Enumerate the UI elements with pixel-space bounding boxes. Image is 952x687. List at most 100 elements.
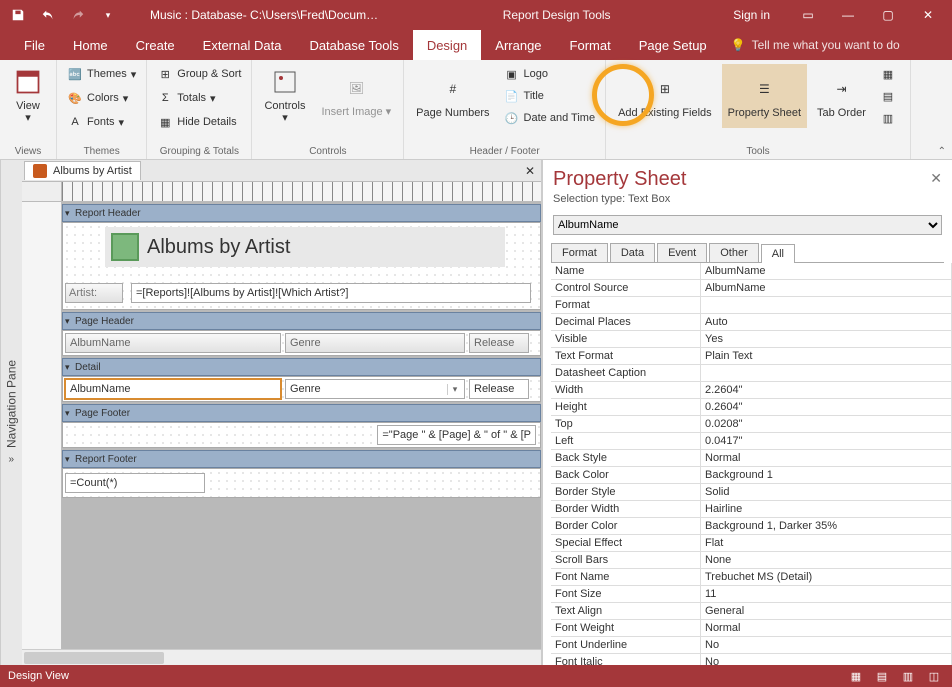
- controls-button[interactable]: Controls▾: [258, 64, 311, 126]
- property-row[interactable]: Decimal PlacesAuto: [551, 314, 951, 331]
- tab-order-button[interactable]: ⇥Tab Order: [811, 64, 872, 128]
- property-value[interactable]: Trebuchet MS (Detail): [701, 569, 951, 585]
- property-row[interactable]: Border StyleSolid: [551, 484, 951, 501]
- object-selector[interactable]: AlbumName: [553, 215, 942, 235]
- property-row[interactable]: Font ItalicNo: [551, 654, 951, 665]
- hide-details-button[interactable]: ▦Hide Details: [153, 112, 245, 132]
- datetime-button[interactable]: 🕒Date and Time: [500, 108, 600, 128]
- ribbon-options-icon[interactable]: ▭: [790, 3, 826, 27]
- property-sheet-button[interactable]: ☰Property Sheet: [722, 64, 807, 128]
- section-report-header[interactable]: Report Header: [62, 204, 541, 222]
- column-label-released[interactable]: Release: [469, 333, 529, 353]
- report-header-body[interactable]: Albums by Artist Artist: =[Reports]![Alb…: [62, 222, 541, 310]
- colors-button[interactable]: 🎨Colors ▾: [63, 88, 140, 108]
- artist-label-control[interactable]: Artist:: [65, 283, 123, 303]
- property-row[interactable]: Font Size11: [551, 586, 951, 603]
- property-row[interactable]: Font WeightNormal: [551, 620, 951, 637]
- report-logo-placeholder[interactable]: [111, 233, 139, 261]
- property-value[interactable]: Hairline: [701, 501, 951, 517]
- horizontal-scrollbar[interactable]: [22, 649, 541, 665]
- property-value[interactable]: General: [701, 603, 951, 619]
- view-design-icon[interactable]: ◫: [924, 670, 944, 683]
- tools-extra-2[interactable]: ▤: [876, 86, 904, 106]
- document-tab[interactable]: Albums by Artist: [24, 161, 141, 180]
- group-sort-button[interactable]: ⊞Group & Sort: [153, 64, 245, 84]
- maximize-icon[interactable]: ▢: [870, 3, 906, 27]
- themes-button[interactable]: 🔤Themes ▾: [63, 64, 140, 84]
- report-footer-body[interactable]: =Count(*): [62, 468, 541, 498]
- property-row[interactable]: NameAlbumName: [551, 263, 951, 280]
- artist-expression-textbox[interactable]: =[Reports]![Albums by Artist]![Which Art…: [131, 283, 531, 303]
- report-title-block[interactable]: Albums by Artist: [105, 227, 505, 267]
- view-layout-icon[interactable]: ▥: [898, 670, 918, 683]
- section-page-header[interactable]: Page Header: [62, 312, 541, 330]
- section-report-footer[interactable]: Report Footer: [62, 450, 541, 468]
- property-row[interactable]: Font UnderlineNo: [551, 637, 951, 654]
- property-value[interactable]: 2.2604": [701, 382, 951, 398]
- property-grid[interactable]: NameAlbumNameControl SourceAlbumNameForm…: [551, 263, 952, 665]
- report-title-label[interactable]: Albums by Artist: [147, 236, 290, 259]
- column-label-album[interactable]: AlbumName: [65, 333, 281, 353]
- property-value[interactable]: Normal: [701, 620, 951, 636]
- section-detail[interactable]: Detail: [62, 358, 541, 376]
- tools-extra-3[interactable]: ▥: [876, 108, 904, 128]
- property-row[interactable]: Width2.2604": [551, 382, 951, 399]
- property-value[interactable]: Plain Text: [701, 348, 951, 364]
- section-page-footer[interactable]: Page Footer: [62, 404, 541, 422]
- property-value[interactable]: 0.0417": [701, 433, 951, 449]
- property-value[interactable]: Solid: [701, 484, 951, 500]
- insert-image-button[interactable]: 🖼Insert Image ▾: [315, 64, 397, 126]
- property-row[interactable]: Control SourceAlbumName: [551, 280, 951, 297]
- property-value[interactable]: None: [701, 552, 951, 568]
- prop-tab-format[interactable]: Format: [551, 243, 608, 262]
- close-document-icon[interactable]: ✕: [525, 164, 535, 178]
- page-footer-body[interactable]: ="Page " & [Page] & " of " & [P: [62, 422, 541, 448]
- page-expression-textbox[interactable]: ="Page " & [Page] & " of " & [P: [377, 425, 536, 445]
- minimize-icon[interactable]: —: [830, 3, 866, 27]
- add-fields-button[interactable]: ⊞Add Existing Fields: [612, 64, 718, 128]
- property-row[interactable]: Height0.2604": [551, 399, 951, 416]
- property-value[interactable]: Background 1: [701, 467, 951, 483]
- property-value[interactable]: No: [701, 654, 951, 665]
- signin-link[interactable]: Sign in: [733, 8, 770, 22]
- property-row[interactable]: Format: [551, 297, 951, 314]
- prop-tab-all[interactable]: All: [761, 244, 795, 263]
- property-value[interactable]: No: [701, 637, 951, 653]
- property-row[interactable]: Scroll BarsNone: [551, 552, 951, 569]
- save-icon[interactable]: [6, 3, 30, 27]
- tab-page-setup[interactable]: Page Setup: [625, 30, 721, 60]
- albumname-textbox[interactable]: AlbumName: [65, 379, 281, 399]
- property-value[interactable]: 0.2604": [701, 399, 951, 415]
- fonts-button[interactable]: AFonts ▾: [63, 112, 140, 132]
- tab-file[interactable]: File: [10, 30, 59, 60]
- property-row[interactable]: Datasheet Caption: [551, 365, 951, 382]
- count-expression-textbox[interactable]: =Count(*): [65, 473, 205, 493]
- property-row[interactable]: Top0.0208": [551, 416, 951, 433]
- property-row[interactable]: Back StyleNormal: [551, 450, 951, 467]
- tab-database-tools[interactable]: Database Tools: [295, 30, 412, 60]
- close-window-icon[interactable]: ✕: [910, 3, 946, 27]
- property-value[interactable]: 0.0208": [701, 416, 951, 432]
- tell-me-search[interactable]: 💡Tell me what you want to do: [731, 30, 900, 60]
- property-row[interactable]: Text FormatPlain Text: [551, 348, 951, 365]
- property-value[interactable]: Flat: [701, 535, 951, 551]
- property-value[interactable]: [701, 365, 951, 381]
- tab-external-data[interactable]: External Data: [189, 30, 296, 60]
- tab-home[interactable]: Home: [59, 30, 122, 60]
- tools-extra-1[interactable]: ▦: [876, 64, 904, 84]
- property-row[interactable]: VisibleYes: [551, 331, 951, 348]
- property-row[interactable]: Font NameTrebuchet MS (Detail): [551, 569, 951, 586]
- tab-arrange[interactable]: Arrange: [481, 30, 555, 60]
- prop-tab-data[interactable]: Data: [610, 243, 655, 262]
- property-value[interactable]: Normal: [701, 450, 951, 466]
- property-value[interactable]: AlbumName: [701, 280, 951, 296]
- tab-design[interactable]: Design: [413, 30, 481, 60]
- property-row[interactable]: Special EffectFlat: [551, 535, 951, 552]
- prop-tab-other[interactable]: Other: [709, 243, 759, 262]
- property-row[interactable]: Border WidthHairline: [551, 501, 951, 518]
- view-print-icon[interactable]: ▤: [872, 670, 892, 683]
- property-value[interactable]: [701, 297, 951, 313]
- navigation-pane-collapsed[interactable]: » Navigation Pane: [0, 160, 22, 665]
- property-value[interactable]: Yes: [701, 331, 951, 347]
- redo-icon[interactable]: [66, 3, 90, 27]
